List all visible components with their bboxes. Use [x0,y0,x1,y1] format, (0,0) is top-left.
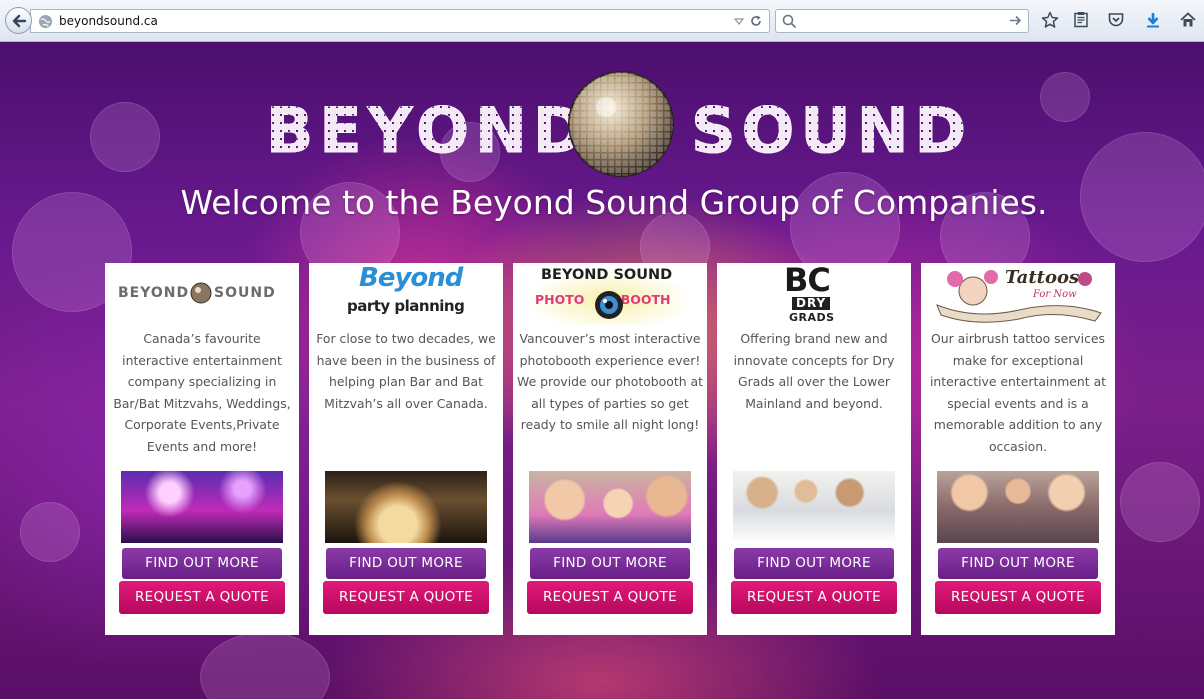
tattooed-women-photo[interactable] [937,471,1099,543]
beyond-sound-logo[interactable]: BEYOND SOUND [265,66,973,177]
tattoos-for-now-logo[interactable]: Tattoos For Now [921,263,1115,325]
bokeh-light [200,632,330,699]
dj-turntable-photo[interactable] [325,471,487,543]
reading-list-icon[interactable] [1071,10,1091,30]
party-planning-logo-title: Beyond [359,263,463,293]
home-icon[interactable] [1178,10,1198,30]
url-text[interactable]: beyondsound.ca [59,14,158,28]
card-description: Canada’s favourite interactive entertain… [113,331,291,454]
disco-ball-icon [568,71,674,177]
request-quote-button[interactable]: REQUEST A QUOTE [527,581,693,614]
logo-word-left: BEYOND [265,94,591,167]
pocket-icon[interactable] [1106,10,1126,30]
address-bar[interactable]: beyondsound.ca [30,9,770,33]
request-quote-button[interactable]: REQUEST A QUOTE [119,581,285,614]
back-arrow-icon [12,14,26,27]
mini-disco-ball-icon [190,282,212,304]
dry-grads-logo-dry: DRY [792,297,831,310]
download-icon[interactable] [1143,10,1163,30]
find-out-more-button[interactable]: FIND OUT MORE [734,548,894,579]
search-icon [782,14,797,29]
photo-booth-logo-title: BEYOND SOUND [541,267,673,283]
find-out-more-button[interactable]: FIND OUT MORE [530,548,690,579]
welcome-heading: Welcome to the Beyond Sound Group of Com… [180,183,1048,222]
card-description: For close to two decades, we have been i… [316,331,496,411]
search-bar[interactable] [775,9,1029,33]
request-quote-button[interactable]: REQUEST A QUOTE [323,581,489,614]
search-go-icon[interactable] [1009,14,1022,27]
card-tattoos: Tattoos For Now Our airbrush tattoo serv… [921,263,1115,635]
office-meeting-photo[interactable] [733,471,895,543]
card-dry-grads: BC DRY GRADS Offering brand new and inno… [717,261,911,635]
history-dropdown-icon[interactable] [733,15,745,27]
browser-toolbar: beyondsound.ca [0,0,1204,42]
bokeh-light [1120,462,1200,542]
card-description: Our airbrush tattoo services make for ex… [929,331,1107,454]
party-crowd-photo[interactable] [121,471,283,543]
card-party-planning: Beyond party planning For close to two d… [309,263,503,635]
dry-grads-logo-bc: BC [784,261,831,299]
card-beyond-sound: BEYOND SOUND Canada’s favourite interact… [105,263,299,635]
globe-icon [38,14,53,28]
find-out-more-button[interactable]: FIND OUT MORE [938,548,1098,579]
tattoos-logo-subtitle: For Now [1033,289,1077,300]
back-button[interactable] [5,7,32,34]
find-out-more-button[interactable]: FIND OUT MORE [326,548,486,579]
page-background: BEYOND SOUND Welcome to the Beyond Sound… [0,42,1204,699]
party-planning-logo-subtitle: party planning [347,297,465,315]
bc-dry-grads-logo[interactable]: BC DRY GRADS [717,261,911,325]
party-planning-logo[interactable]: Beyond party planning [309,263,503,325]
bokeh-light [1040,72,1090,122]
card-photo-booth: BEYOND SOUND PHOTO BOOTH Vancouver’s mos… [513,263,707,635]
beyond-sound-card-logo[interactable]: BEYOND SOUND [105,263,299,325]
request-quote-button[interactable]: REQUEST A QUOTE [731,581,897,614]
card-description: Offering brand new and innovate concepts… [733,331,895,411]
photo-booth-logo[interactable]: BEYOND SOUND PHOTO BOOTH [513,263,707,325]
dry-grads-logo-grads: GRADS [789,311,835,324]
logo-word-right: SOUND [690,94,973,167]
bokeh-light [90,102,160,172]
card-logo-word-right: SOUND [214,285,276,301]
camera-lens-icon [595,291,623,319]
request-quote-button[interactable]: REQUEST A QUOTE [935,581,1101,614]
photobooth-friends-photo[interactable] [529,471,691,543]
bokeh-light [20,502,80,562]
reload-icon[interactable] [749,14,763,28]
card-description: Vancouver’s most interactive photobooth … [517,331,703,432]
tattoos-logo-title: Tattoos [1005,267,1080,288]
bookmark-star-icon[interactable] [1040,10,1060,30]
find-out-more-button[interactable]: FIND OUT MORE [122,548,282,579]
card-logo-word-left: BEYOND [118,285,190,301]
